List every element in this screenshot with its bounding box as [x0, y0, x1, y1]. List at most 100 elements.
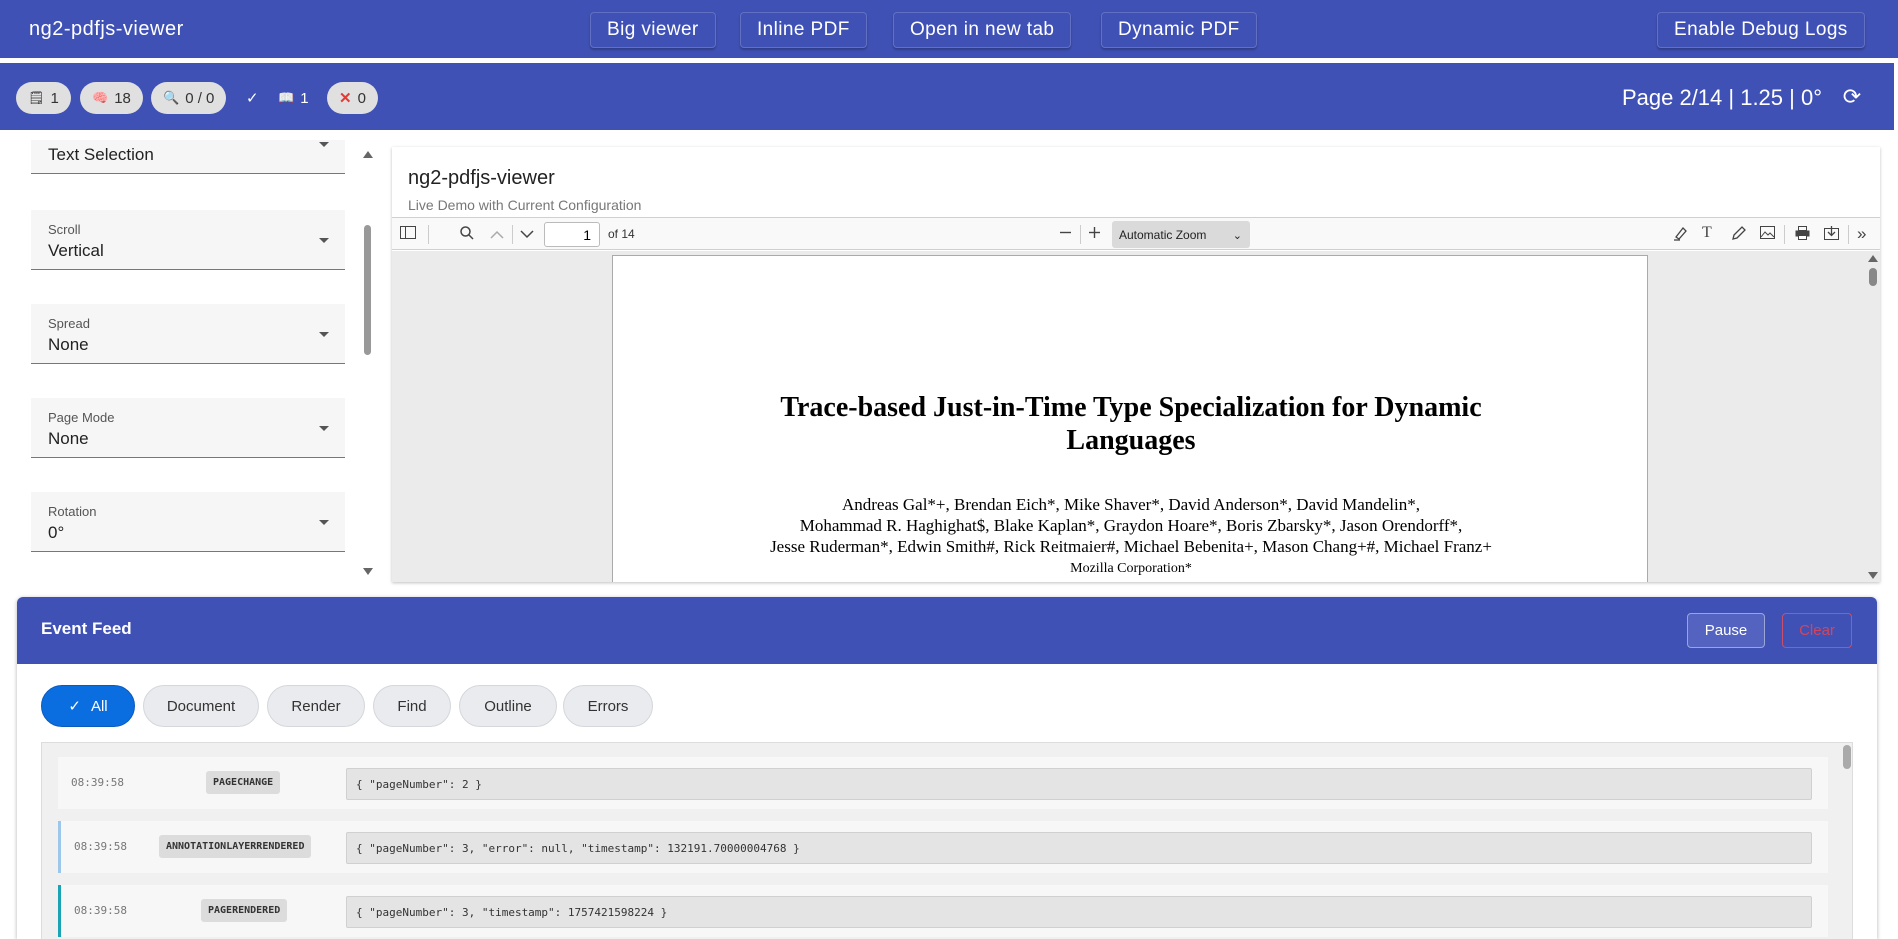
pdf-toolbar: of 14 Automatic Zoom ⌄ T » [392, 217, 1880, 250]
spread-value: None [48, 335, 89, 354]
zoom-select[interactable]: Automatic Zoom ⌄ [1112, 221, 1250, 248]
filter-all[interactable]: ✓ All [41, 685, 135, 727]
chevron-down-icon [319, 426, 329, 431]
scroll-up-icon[interactable] [363, 151, 373, 158]
event-type-badge: PAGERENDERED [201, 899, 288, 922]
chevron-down-icon [319, 332, 329, 337]
print-icon[interactable] [1795, 226, 1810, 244]
event-log-scrollbar[interactable] [1842, 743, 1852, 939]
error-chip-value: 0 [357, 89, 366, 107]
filter-find[interactable]: Find [373, 685, 451, 727]
event-payload: { "pageNumber": 3, "timestamp": 17574215… [346, 896, 1812, 928]
toolbar-separator [1080, 225, 1081, 244]
zoom-value: Automatic Zoom [1119, 228, 1207, 242]
paper-title-line: Languages [1066, 425, 1196, 456]
chevron-down-icon: ⌄ [1232, 230, 1242, 242]
big-viewer-button[interactable]: Big viewer [590, 12, 716, 48]
event-time: 08:39:58 [74, 840, 127, 853]
search-chip[interactable]: 🔍 0 / 0 [151, 82, 227, 114]
check-icon: ✓ [246, 90, 259, 107]
scroll-select[interactable]: Scroll Vertical [31, 210, 345, 270]
download-icon[interactable] [1824, 226, 1839, 244]
toolbar-separator [1848, 225, 1849, 244]
pause-button[interactable]: Pause [1687, 613, 1765, 648]
sidebar-toggle-icon[interactable] [400, 226, 416, 243]
text-tool-icon[interactable]: T [1702, 224, 1712, 242]
event-type-badge: PAGECHANGE [206, 771, 281, 794]
check-chip[interactable]: ✓ [246, 82, 259, 114]
filter-outline[interactable]: Outline [459, 685, 557, 727]
paper-title: Trace-based Just-in-Time Type Specializa… [613, 391, 1649, 457]
event-feed-card: Event Feed Pause Clear ✓ All Document Re… [17, 597, 1877, 939]
cross-icon: ✕ [339, 90, 352, 107]
draw-icon[interactable] [1731, 226, 1746, 245]
scrollbar-thumb[interactable] [1869, 268, 1877, 286]
rotation-select[interactable]: Rotation 0° [31, 492, 345, 552]
more-tools-icon[interactable]: » [1857, 224, 1866, 244]
scrollbar-thumb[interactable] [1843, 745, 1851, 769]
event-log[interactable]: 08:39:58 PAGECHANGE { "pageNumber": 2 } … [41, 742, 1853, 939]
settings-panel: Text Selection Scroll Vertical Spread No… [0, 140, 380, 580]
chevron-down-icon [319, 142, 329, 147]
filter-render[interactable]: Render [267, 685, 365, 727]
paper-authors: Andreas Gal*+, Brendan Eich*, Mike Shave… [613, 494, 1649, 557]
next-page-icon[interactable] [520, 226, 534, 243]
brain-icon: 🧠 [92, 90, 109, 105]
magnifier-icon: 🔍 [163, 90, 180, 105]
filter-label: All [90, 697, 108, 715]
rotation-label: Rotation [48, 504, 97, 519]
pdf-scrollbar[interactable] [1866, 251, 1880, 582]
open-new-tab-button[interactable]: Open in new tab [893, 12, 1072, 48]
viewer-title: ng2-pdfjs-viewer [408, 167, 555, 189]
toolbar-separator [428, 225, 429, 244]
event-time: 08:39:58 [74, 904, 127, 917]
page-mode-label: Page Mode [48, 410, 115, 425]
cursor-select[interactable]: Text Selection [31, 140, 345, 174]
search-icon[interactable] [460, 226, 474, 244]
page-info: Page 2/14 | 1.25 | 0° [1621, 85, 1822, 110]
cursor-value: Text Selection [48, 145, 154, 164]
outline-chip[interactable]: 📖 1 [278, 82, 309, 114]
book-icon: 📖 [278, 90, 295, 105]
rotation-value: 0° [48, 523, 65, 542]
scroll-up-icon[interactable] [1868, 255, 1878, 262]
refresh-icon[interactable]: ⟳ [1838, 83, 1866, 111]
app-title: ng2-pdfjs-viewer [29, 18, 184, 40]
page-chip[interactable]: 🗒 1 [16, 82, 71, 114]
scroll-down-icon[interactable] [363, 568, 373, 575]
event-row[interactable]: 08:39:58 PAGECHANGE { "pageNumber": 2 } [58, 757, 1828, 809]
enable-debug-logs-button[interactable]: Enable Debug Logs [1657, 12, 1865, 48]
page-number-input[interactable] [544, 222, 600, 247]
scroll-label: Scroll [48, 222, 81, 237]
scrollbar-thumb[interactable] [364, 225, 371, 355]
paper-authors-line: Jesse Ruderman*, Edwin Smith#, Rick Reit… [770, 537, 1492, 556]
event-payload: { "pageNumber": 3, "error": null, "times… [346, 832, 1812, 864]
previous-page-icon[interactable] [490, 226, 504, 243]
spread-select[interactable]: Spread None [31, 304, 345, 364]
page-count: of 14 [608, 227, 635, 241]
brain-chip[interactable]: 🧠 18 [80, 82, 143, 114]
clear-button[interactable]: Clear [1782, 613, 1852, 648]
zoom-out-icon[interactable] [1059, 226, 1072, 243]
page-mode-select[interactable]: Page Mode None [31, 398, 345, 458]
event-feed-header: Event Feed Pause Clear [17, 597, 1877, 664]
event-row[interactable]: 08:39:58 ANNOTATIONLAYERRENDERED { "page… [58, 821, 1828, 873]
scroll-value: Vertical [48, 241, 104, 260]
chevron-down-icon [319, 520, 329, 525]
filter-document[interactable]: Document [143, 685, 259, 727]
highlight-icon[interactable] [1673, 226, 1688, 245]
toolbar-separator [512, 225, 513, 244]
zoom-in-icon[interactable] [1088, 226, 1101, 243]
inline-pdf-button[interactable]: Inline PDF [740, 12, 867, 48]
paper-authors-line: Andreas Gal*+, Brendan Eich*, Mike Shave… [841, 495, 1421, 514]
filter-errors[interactable]: Errors [563, 685, 653, 727]
scroll-down-icon[interactable] [1868, 572, 1878, 579]
error-chip[interactable]: ✕ 0 [327, 82, 378, 114]
check-icon: ✓ [68, 698, 81, 715]
pdf-canvas-area[interactable]: Trace-based Just-in-Time Type Specializa… [392, 251, 1880, 582]
event-row[interactable]: 08:39:58 PAGERENDERED { "pageNumber": 3,… [58, 885, 1828, 937]
paper-title-line: Trace-based Just-in-Time Type Specializa… [780, 392, 1482, 423]
settings-scrollbar[interactable] [360, 145, 374, 575]
dynamic-pdf-button[interactable]: Dynamic PDF [1101, 12, 1257, 48]
image-icon[interactable] [1760, 226, 1775, 243]
